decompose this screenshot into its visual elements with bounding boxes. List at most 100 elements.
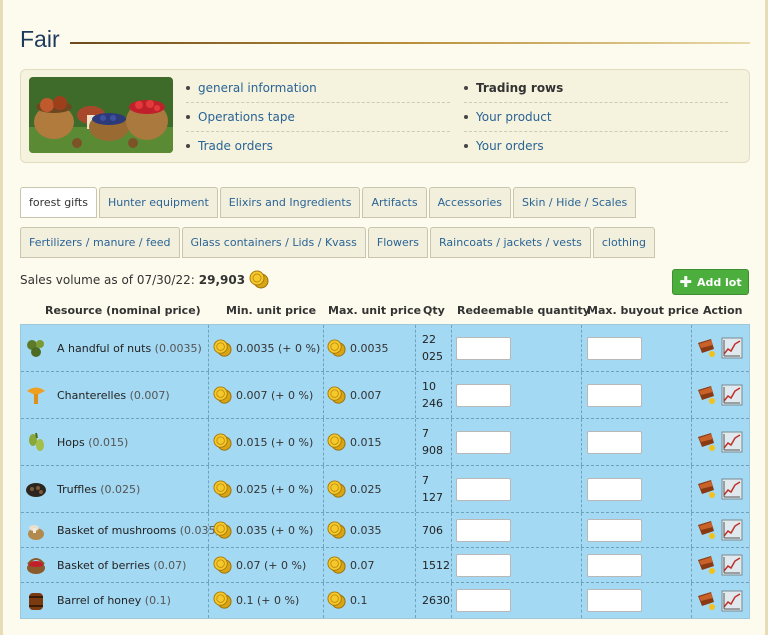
buy-bucket-icon[interactable] <box>696 384 718 406</box>
resource-name: Basket of berries (0.07) <box>57 558 187 572</box>
price-chart-icon[interactable] <box>721 384 743 406</box>
price-chart-icon[interactable] <box>721 519 743 541</box>
resource-name: Chanterelles (0.007) <box>57 388 170 402</box>
table-header: Resource (nominal price) Min. unit price… <box>20 302 750 322</box>
link-operations-tape[interactable]: Operations tape <box>186 103 450 132</box>
buy-bucket-icon[interactable] <box>696 554 718 576</box>
column-divider <box>451 513 452 547</box>
tab-hunter-equipment[interactable]: Hunter equipment <box>98 187 218 218</box>
coin-icon <box>327 520 346 539</box>
column-divider <box>451 548 452 582</box>
max-buyout-price-input[interactable] <box>587 336 642 360</box>
max-buyout-price-cell <box>587 548 642 582</box>
column-divider <box>691 419 692 465</box>
redeemable-quantity-input[interactable] <box>456 383 511 407</box>
add-lot-button[interactable]: ✚ Add lot <box>672 269 749 295</box>
column-divider <box>415 325 416 371</box>
table-row: Truffles (0.025) 0.025 (+ 0 %) 0.025 7 12… <box>21 466 749 513</box>
add-lot-label: Add lot <box>696 275 742 289</box>
min-unit-price: 0.015 (+ 0 %) <box>213 419 313 465</box>
resource-name: A handful of nuts (0.0035) <box>57 341 202 355</box>
header-resource: Resource (nominal price) <box>45 304 201 317</box>
max-unit-price: 0.0035 <box>327 325 389 371</box>
resource-name: Basket of mushrooms (0.035) <box>57 523 220 537</box>
redeemable-quantity-input[interactable] <box>456 553 511 577</box>
coin-icon <box>327 555 346 574</box>
link-trading-rows: Trading rows <box>464 74 728 103</box>
column-divider <box>451 372 452 418</box>
tab-glass-containers[interactable]: Glass containers / Lids / Kvass <box>181 227 366 258</box>
column-divider <box>208 419 209 465</box>
buy-bucket-icon[interactable] <box>696 337 718 359</box>
tab-fertilizers[interactable]: Fertilizers / manure / feed <box>20 227 180 258</box>
column-divider <box>581 548 582 582</box>
tab-artifacts[interactable]: Artifacts <box>362 187 427 218</box>
max-buyout-price-input[interactable] <box>587 477 642 501</box>
price-chart-icon[interactable] <box>721 590 743 612</box>
header-max-price: Max. unit price <box>328 304 422 317</box>
link-your-product[interactable]: Your product <box>464 103 728 132</box>
coin-icon <box>213 591 232 609</box>
redeemable-quantity-input[interactable] <box>456 518 511 542</box>
price-chart-icon[interactable] <box>721 478 743 500</box>
buy-bucket-icon[interactable] <box>696 431 718 453</box>
link-general-information[interactable]: general information <box>186 74 450 103</box>
column-divider <box>581 372 582 418</box>
link-trade-orders[interactable]: Trade orders <box>186 132 450 161</box>
max-buyout-price-input[interactable] <box>587 553 642 577</box>
redeemable-quantity-input[interactable] <box>456 477 511 501</box>
max-buyout-price-cell <box>587 583 642 618</box>
max-buyout-price-input[interactable] <box>587 430 642 454</box>
column-divider <box>691 325 692 371</box>
max-buyout-price-input[interactable] <box>587 383 642 407</box>
coin-icon <box>249 270 269 289</box>
table-row: Barrel of honey (0.1) 0.1 (+ 0 %) 0.1 26… <box>21 583 749 618</box>
tab-raincoats[interactable]: Raincoats / jackets / vests <box>430 227 591 258</box>
forest-gifts-illustration <box>29 77 173 153</box>
truffle-icon <box>25 466 49 512</box>
redeemable-quantity-input[interactable] <box>456 589 511 612</box>
max-buyout-price-cell <box>587 325 642 371</box>
price-chart-icon[interactable] <box>721 554 743 576</box>
coin-icon <box>327 591 346 609</box>
column-divider <box>581 466 582 512</box>
tab-elixirs-ingredients[interactable]: Elixirs and Ingredients <box>219 187 361 218</box>
info-links-left: general information Operations tape Trad… <box>186 74 450 161</box>
tab-accessories[interactable]: Accessories <box>428 187 512 218</box>
column-divider <box>323 548 324 582</box>
redeemable-quantity-cell <box>456 325 511 371</box>
max-buyout-price-input[interactable] <box>587 518 642 542</box>
coin-icon <box>213 479 232 498</box>
quantity: 706 <box>422 523 443 537</box>
quantity: 2630 <box>422 594 450 607</box>
tab-forest-gifts[interactable]: forest gifts <box>20 187 97 218</box>
buy-bucket-icon[interactable] <box>696 590 718 612</box>
mushroom-basket-icon <box>25 513 49 547</box>
max-buyout-price-input[interactable] <box>587 589 642 612</box>
price-chart-icon[interactable] <box>721 337 743 359</box>
column-divider <box>415 372 416 418</box>
buy-bucket-icon[interactable] <box>696 519 718 541</box>
sales-volume: Sales volume as of 07/30/22: 29,903 <box>20 270 269 290</box>
redeemable-quantity-input[interactable] <box>456 430 511 454</box>
max-unit-price: 0.015 <box>327 419 382 465</box>
buy-bucket-icon[interactable] <box>696 478 718 500</box>
price-chart-icon[interactable] <box>721 431 743 453</box>
column-divider <box>691 466 692 512</box>
lots-table: A handful of nuts (0.0035) 0.0035 (+ 0 %… <box>20 324 750 619</box>
column-divider <box>415 419 416 465</box>
tab-clothing[interactable]: clothing <box>592 227 655 258</box>
category-tabs-row-2: Fertilizers / manure / feed Glass contai… <box>20 227 655 258</box>
table-row: Basket of berries (0.07) 0.07 (+ 0 %) 0.… <box>21 548 749 583</box>
column-divider <box>208 548 209 582</box>
sales-volume-label: Sales volume as of 07/30/22: <box>20 273 195 287</box>
coin-icon <box>327 432 346 451</box>
link-your-orders[interactable]: Your orders <box>464 132 728 161</box>
min-unit-price: 0.025 (+ 0 %) <box>213 466 313 512</box>
redeemable-quantity-cell <box>456 513 511 547</box>
redeemable-quantity-input[interactable] <box>456 336 511 360</box>
column-divider <box>581 419 582 465</box>
coin-icon <box>213 338 232 357</box>
tab-flowers[interactable]: Flowers <box>367 227 429 258</box>
tab-skin-hide-scales[interactable]: Skin / Hide / Scales <box>513 187 637 218</box>
